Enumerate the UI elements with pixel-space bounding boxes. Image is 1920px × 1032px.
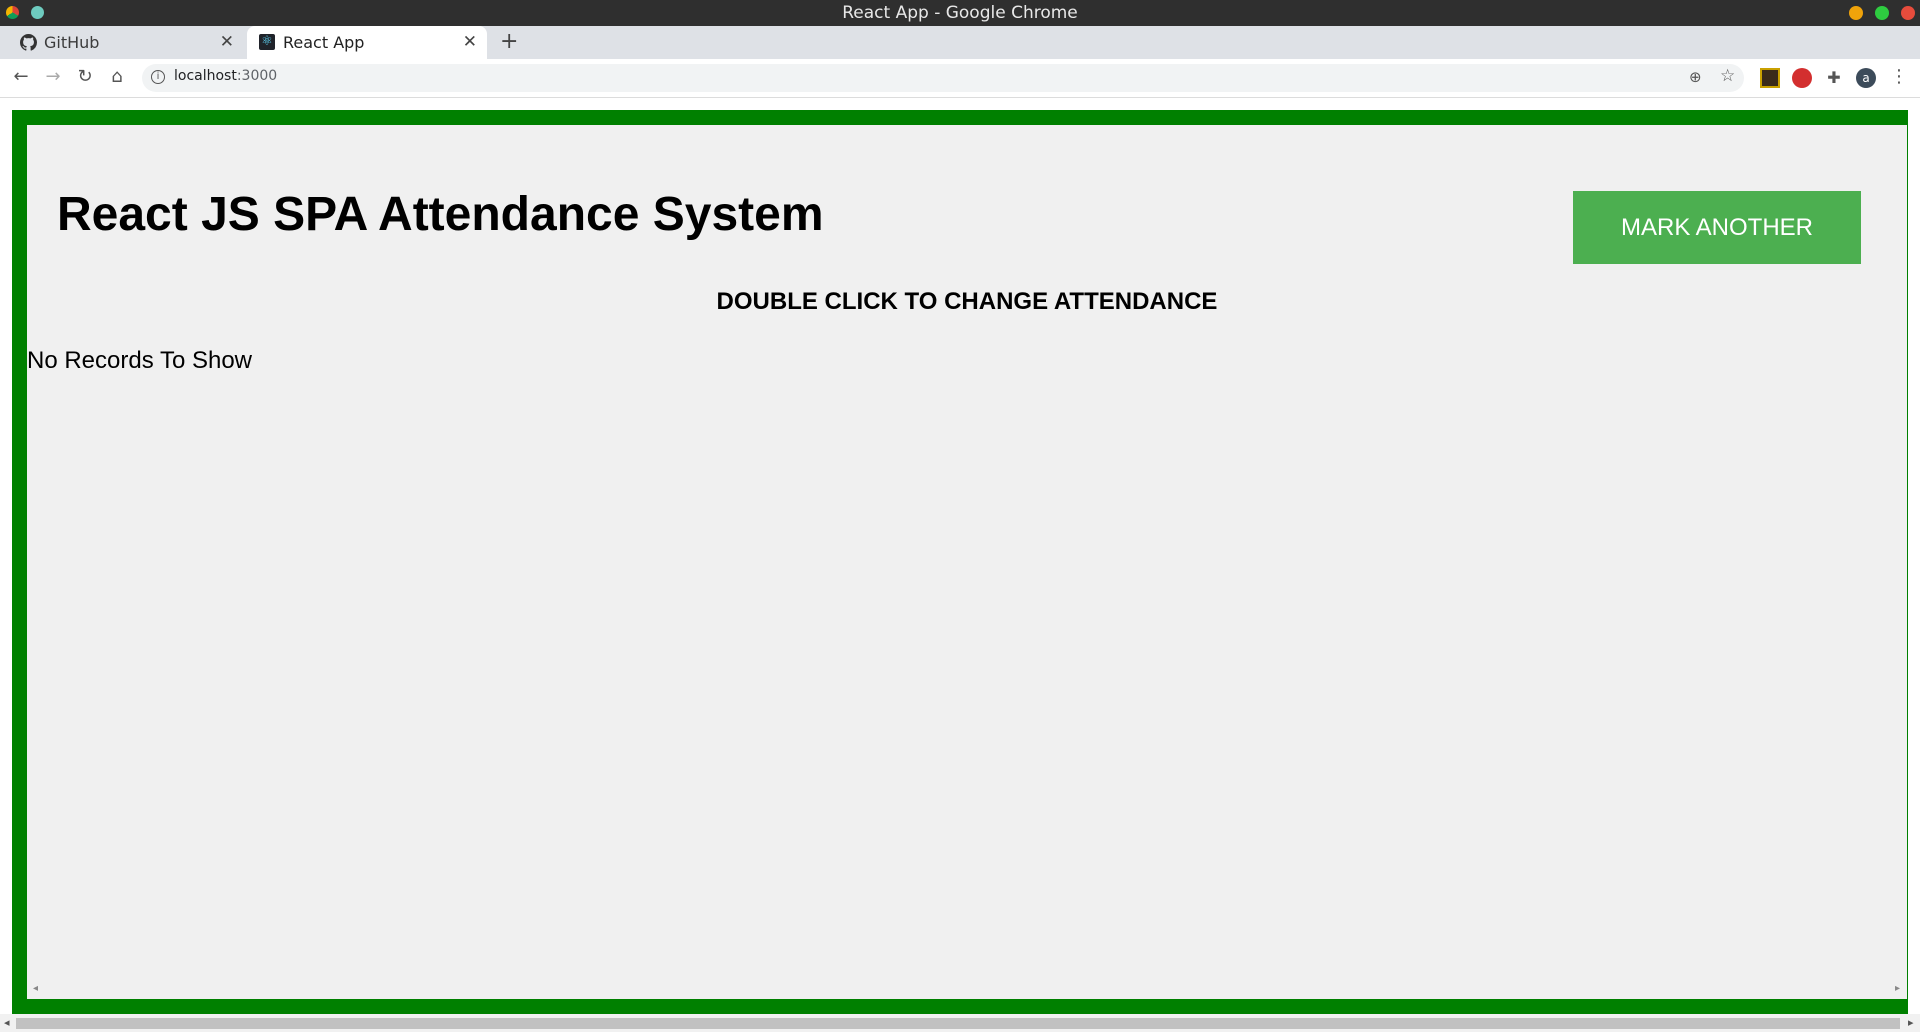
window-titlebar: React App - Google Chrome	[0, 0, 1920, 26]
url-host: localhost	[174, 68, 237, 84]
close-tab-icon[interactable]: ✕	[220, 32, 234, 52]
forward-icon[interactable]: →	[42, 66, 64, 88]
url-text[interactable]: localhost:3000	[174, 68, 277, 84]
scroll-right-arrow[interactable]: ▸	[1908, 1016, 1914, 1029]
browser-toolbar: ← → ↻ ⌂ i localhost:3000 ⊕ ☆ ✚ a ⋮	[0, 59, 1920, 98]
site-info-icon[interactable]: i	[151, 70, 165, 84]
tab-label: GitHub	[44, 33, 100, 52]
menu-kebab-icon[interactable]: ⋮	[1888, 66, 1910, 88]
horizontal-scrollbar[interactable]: ◂ ▸	[0, 1014, 1920, 1032]
extension-shield-icon[interactable]	[1792, 68, 1812, 88]
zoom-icon[interactable]: ⊕	[1689, 68, 1702, 86]
app-container: React JS SPA Attendance System MARK ANOT…	[27, 125, 1907, 999]
address-bar[interactable]: i localhost:3000 ⊕ ☆	[142, 64, 1744, 92]
extensions-puzzle-icon[interactable]: ✚	[1824, 68, 1844, 88]
url-port: :3000	[236, 68, 278, 84]
close-window-button[interactable]	[1901, 6, 1915, 20]
bookmark-star-icon[interactable]: ☆	[1720, 66, 1735, 86]
instruction-heading: DOUBLE CLICK TO CHANGE ATTENDANCE	[716, 288, 1218, 315]
tab-label: React App	[283, 33, 365, 52]
maximize-button[interactable]	[1875, 6, 1889, 20]
close-tab-icon[interactable]: ✕	[463, 32, 477, 52]
inner-scroll-left-arrow[interactable]: ◂	[33, 983, 38, 994]
extension-icon[interactable]	[1760, 68, 1780, 88]
home-icon[interactable]: ⌂	[106, 66, 128, 88]
profile-avatar[interactable]: a	[1856, 68, 1876, 88]
tab-strip: GitHub ✕ ⚛ React App ✕ +	[0, 26, 1920, 59]
tab-github[interactable]: GitHub ✕	[8, 26, 244, 59]
scroll-left-arrow[interactable]: ◂	[4, 1016, 10, 1029]
reload-icon[interactable]: ↻	[74, 66, 96, 88]
inner-scroll-right-arrow[interactable]: ▸	[1895, 983, 1900, 994]
minimize-button[interactable]	[1849, 6, 1863, 20]
empty-records-message: No Records To Show	[27, 347, 252, 374]
tab-react-app[interactable]: ⚛ React App ✕	[247, 26, 487, 59]
react-icon: ⚛	[259, 34, 275, 50]
mark-another-button[interactable]: MARK ANOTHER	[1573, 191, 1861, 264]
github-icon	[20, 34, 37, 51]
window-title: React App - Google Chrome	[842, 3, 1078, 23]
page-title: React JS SPA Attendance System	[57, 188, 824, 241]
back-icon[interactable]: ←	[10, 66, 32, 88]
scrollbar-thumb[interactable]	[16, 1018, 1900, 1029]
new-tab-icon[interactable]: +	[500, 29, 518, 54]
